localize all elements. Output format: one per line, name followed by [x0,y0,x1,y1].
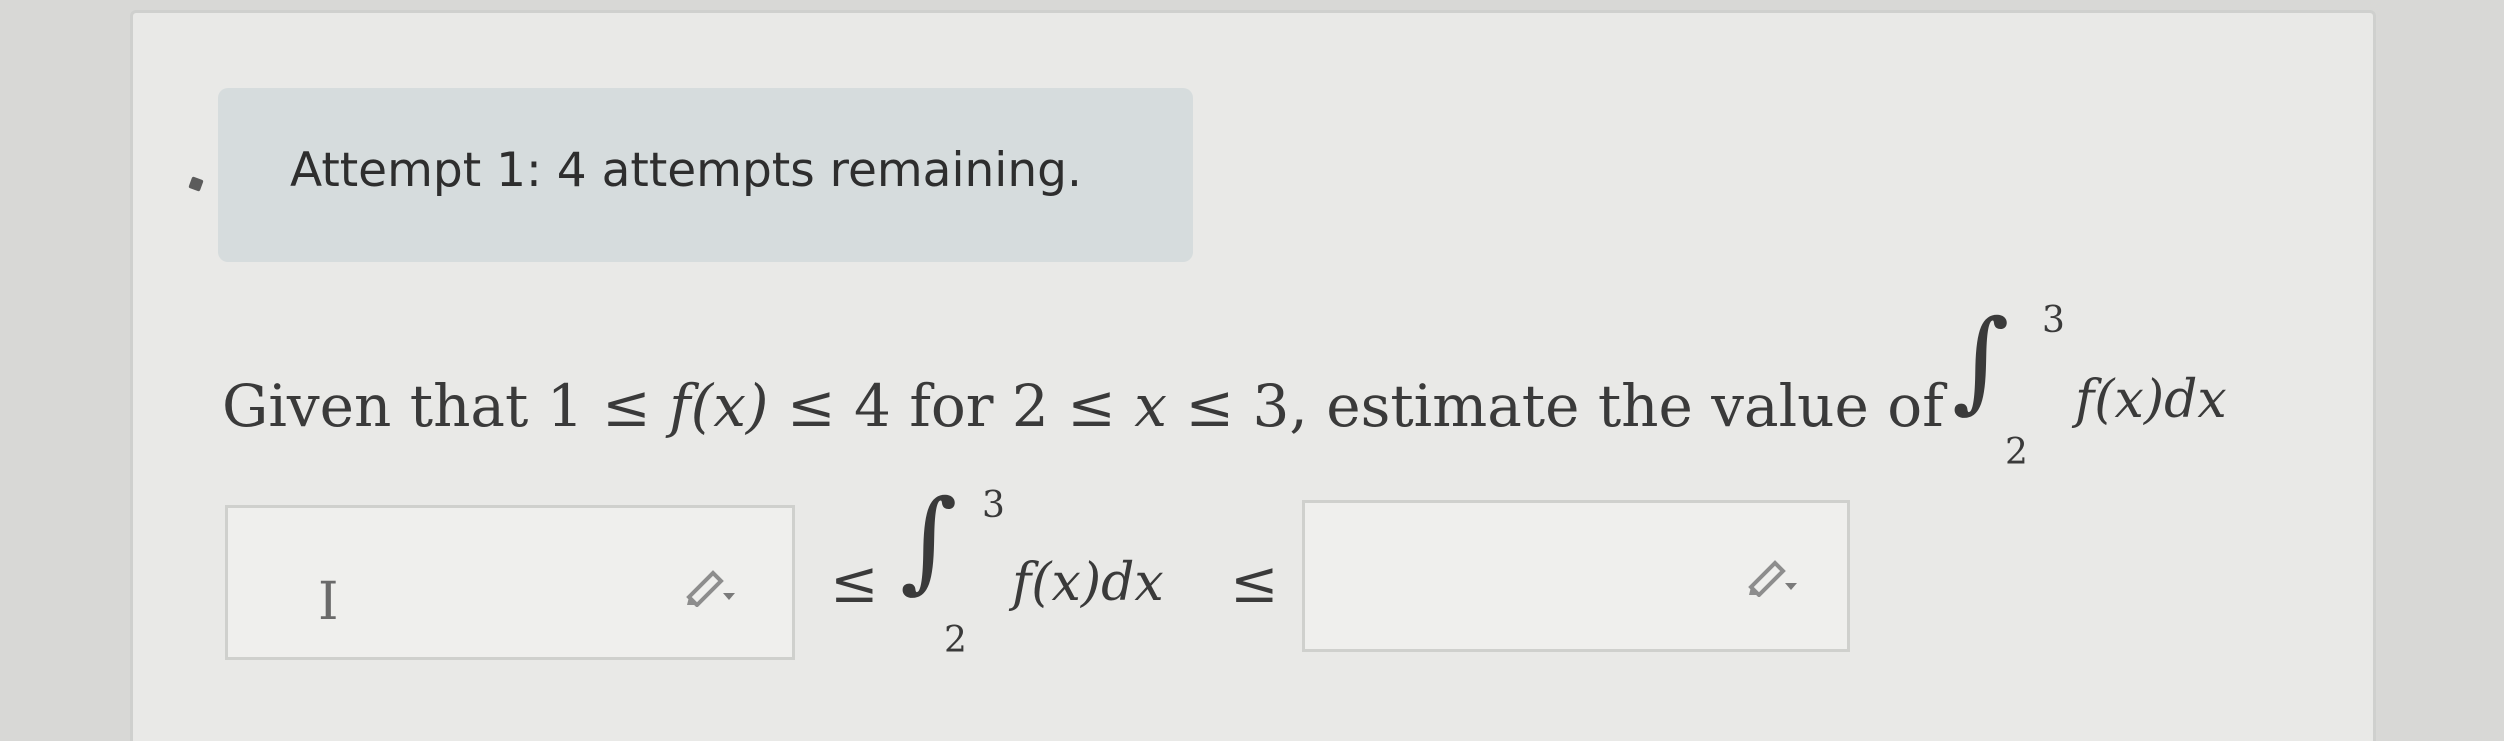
lower-bound-input[interactable]: I [225,505,795,660]
condition-1-function: f [669,372,691,440]
integral-lower-limit: 2 [2005,432,2028,473]
for-text: for [890,372,1012,440]
question-lead: Given that [222,372,547,440]
condition-1-left: 1 ≤ [546,372,670,440]
text-cursor: I [318,572,339,632]
left-inequality-sign: ≤ [830,548,879,616]
condition-2-left: 2 ≤ [1011,372,1135,440]
upper-bound-input[interactable] [1302,500,1850,652]
attempt-text: Attempt 1: 4 attempts remaining. [290,143,1082,198]
bound-integral-upper-limit: 3 [982,485,1005,526]
bound-integral-integrand: f(x)dx [1012,553,1164,613]
condition-2-right: ≤ 3 [1167,372,1290,440]
question-text: Given that 1 ≤ f(x) ≤ 4 for 2 ≤ x ≤ 3, e… [222,372,1944,440]
pencil-icon[interactable] [683,563,739,607]
condition-1-right: ≤ 4 [768,372,891,440]
integral-integrand: f(x)dx [2075,370,2227,430]
bound-integral-lower-limit: 2 [944,620,967,661]
integral-symbol: ∫ [1952,296,2010,424]
question-tail: , estimate the value of [1289,372,1944,440]
bound-integral-symbol: ∫ [900,476,958,604]
attempt-banner: Attempt 1: 4 attempts remaining. [218,88,1193,262]
right-inequality-sign: ≤ [1230,548,1279,616]
integral-upper-limit: 3 [2042,300,2065,341]
condition-1-arg: (x) [690,372,769,440]
condition-2-var: x [1134,372,1168,440]
pencil-icon[interactable] [1745,553,1801,597]
